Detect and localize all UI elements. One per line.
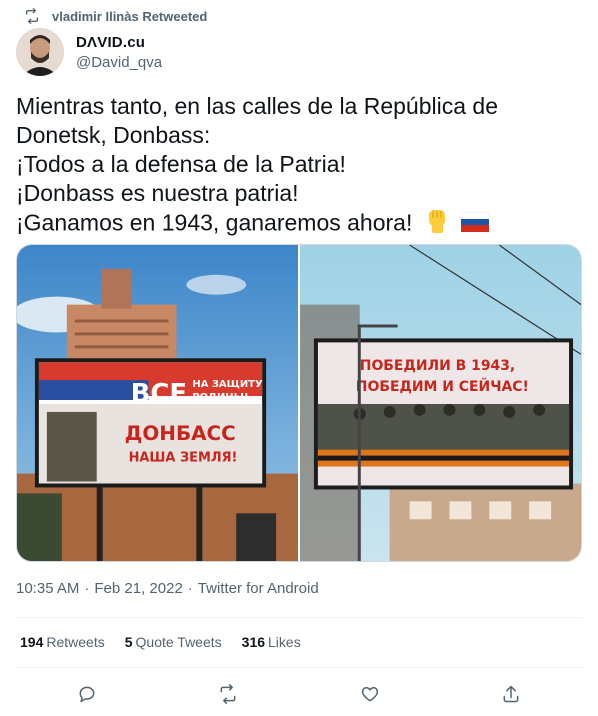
billboard-2-line2: ПОБЕДИМ И СЕЙЧАС!: [356, 377, 529, 395]
meta-separator: ·: [84, 580, 90, 597]
like-icon: [361, 687, 378, 702]
billboard-1-line4: НАША ЗЕМЛЯ!: [129, 451, 238, 466]
retweets-count: 194: [20, 634, 44, 650]
tweet-line: ¡Donbass es nuestra patria!: [16, 180, 299, 206]
tweet-line: ¡Ganamos en 1943, ganaremos ahora!: [16, 209, 413, 236]
retweet-button[interactable]: [210, 680, 246, 708]
retweets-label: Retweets: [46, 634, 105, 650]
likes-stat[interactable]: 316 Likes: [242, 634, 301, 650]
author-handle[interactable]: @David_qva: [76, 54, 162, 71]
reply-icon: [79, 686, 95, 703]
billboard-2-line1: ПОБЕДИЛИ В 1943,: [360, 358, 515, 374]
tweet-text: Mientras tanto, en las calles de la Repú…: [16, 92, 582, 241]
tweet-line: Mientras tanto, en las calles de la Repú…: [16, 93, 499, 119]
retweets-stat[interactable]: 194 Retweets: [20, 634, 105, 650]
retweet-context[interactable]: vladimir Ilinàs Retweeted: [24, 7, 207, 25]
like-button[interactable]: [352, 680, 388, 708]
tweet-author[interactable]: DΛVID.cu @David_qva: [16, 28, 162, 76]
russia-flag-emoji: [460, 210, 490, 239]
author-display-name[interactable]: DΛVID.cu: [76, 34, 162, 51]
quotes-stat[interactable]: 5 Quote Tweets: [125, 634, 222, 650]
tweet-meta: 10:35 AM · Feb 21, 2022 · Twitter for An…: [16, 580, 319, 597]
retweet-context-text: vladimir Ilinàs Retweeted: [52, 8, 208, 24]
share-icon: [503, 685, 519, 703]
likes-count: 316: [241, 634, 266, 650]
likes-label: Likes: [268, 634, 301, 650]
retweet-icon: [26, 8, 38, 24]
tweet-media: ВСЕ НА ЗАЩИТУ РОДИНЫ! ДОНБАСС НАША ЗЕМЛЯ…: [16, 244, 582, 562]
photo-billboard-1[interactable]: ВСЕ НА ЗАЩИТУ РОДИНЫ! ДОНБАСС НАША ЗЕМЛЯ…: [17, 245, 298, 561]
billboard-1-line3: ДОНБАСС: [125, 422, 236, 445]
tweet-line: ¡Todos a la defensa de la Patria!: [16, 151, 346, 177]
tweet-time[interactable]: 10:35 AM: [16, 580, 79, 597]
billboard-1-line1: ВСЕ: [131, 379, 187, 409]
raised-fist-emoji: [425, 208, 449, 241]
reply-button[interactable]: [69, 680, 105, 708]
tweet-line-with-emoji: ¡Ganamos en 1943, ganaremos ahora!: [16, 208, 582, 241]
billboard-1-line2a: НА ЗАЩИТУ: [192, 379, 263, 390]
quotes-count: 5: [124, 634, 133, 650]
tweet-actions: [16, 680, 582, 708]
meta-separator: ·: [187, 580, 193, 597]
divider: [16, 667, 582, 668]
tweet-line: Donetsk, Donbass:: [16, 122, 211, 148]
photo-billboard-2[interactable]: ПОБЕДИЛИ В 1943, ПОБЕДИМ И СЕЙЧАС!: [300, 245, 581, 561]
tweet-stats: 194 Retweets 5 Quote Tweets 316 Likes: [20, 634, 301, 650]
quotes-label: Quote Tweets: [135, 634, 222, 650]
divider: [16, 617, 582, 618]
avatar[interactable]: [16, 28, 64, 76]
tweet-date[interactable]: Feb 21, 2022: [94, 580, 182, 597]
share-button[interactable]: [493, 680, 529, 708]
billboard-1-line2b: РОДИНЫ!: [192, 392, 248, 403]
retweet-icon: [220, 684, 236, 704]
tweet-source[interactable]: Twitter for Android: [198, 580, 319, 597]
